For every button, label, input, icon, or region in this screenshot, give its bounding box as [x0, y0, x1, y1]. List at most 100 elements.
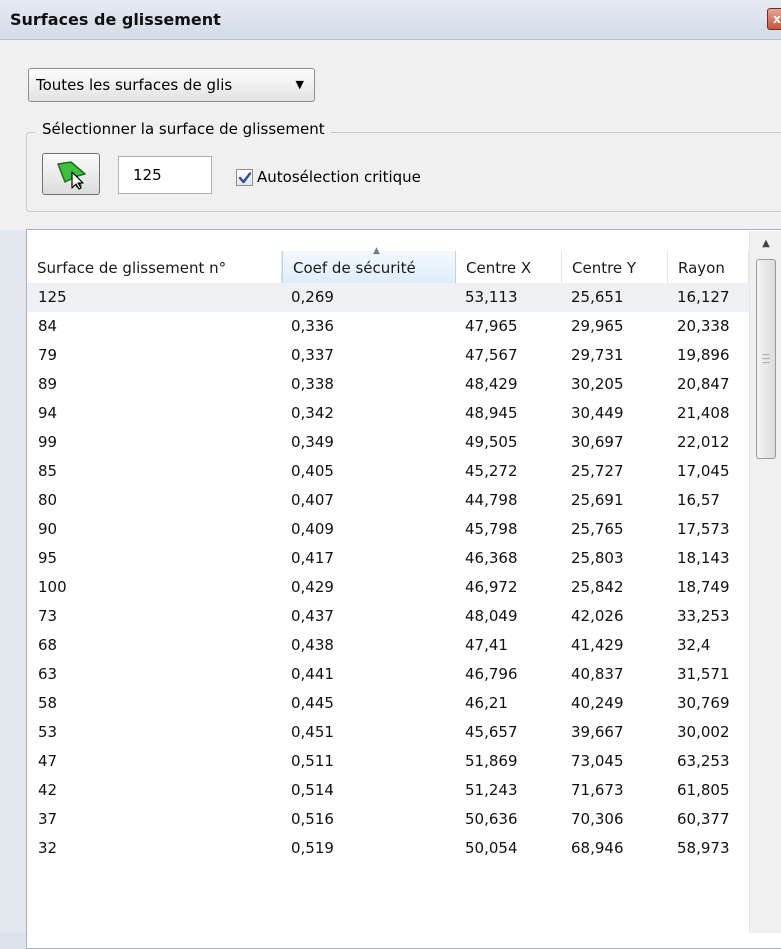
- table-row[interactable]: 89 0,338 48,429 30,205 20,847: [27, 370, 749, 399]
- table-row[interactable]: 37 0,516 50,636 70,306 60,377: [27, 805, 749, 834]
- table-row[interactable]: 63 0,441 46,796 40,837 31,571: [27, 660, 749, 689]
- selection-group-legend: Sélectionner la surface de glissement: [36, 120, 331, 138]
- table-row[interactable]: 84 0,336 47,965 29,965 20,338: [27, 312, 749, 341]
- table-cell: 25,651: [571, 288, 624, 306]
- table-row[interactable]: 73 0,437 48,049 42,026 33,253: [27, 602, 749, 631]
- table-cell: 94: [38, 404, 58, 422]
- table-cell: 71,673: [571, 781, 624, 799]
- table-cell: 0,438: [291, 636, 334, 654]
- table-cell: 18,143: [677, 549, 730, 567]
- table-cell: 0,409: [291, 520, 334, 538]
- table-cell: 20,847: [677, 375, 730, 393]
- table-cell: 0,405: [291, 462, 334, 480]
- table-row[interactable]: 53 0,451 45,657 39,667 30,002: [27, 718, 749, 747]
- table-cell: 29,731: [571, 346, 624, 364]
- table-row[interactable]: 68 0,438 47,41 41,429 32,4: [27, 631, 749, 660]
- table-cell: 21,408: [677, 404, 730, 422]
- surface-number-input[interactable]: 125: [118, 156, 212, 194]
- column-header-label: Centre X: [466, 259, 532, 277]
- table-row[interactable]: 42 0,514 51,243 71,673 61,805: [27, 776, 749, 805]
- auto-select-label[interactable]: Autosélection critique: [257, 168, 421, 186]
- table-cell: 0,445: [291, 694, 334, 712]
- table-row[interactable]: 58 0,445 46,21 40,249 30,769: [27, 689, 749, 718]
- table-cell: 0,417: [291, 549, 334, 567]
- table-cell: 19,896: [677, 346, 730, 364]
- select-surface-button[interactable]: [42, 153, 100, 195]
- table-cell: 89: [38, 375, 58, 393]
- table-cell: 0,338: [291, 375, 334, 393]
- table-row[interactable]: 85 0,405 45,272 25,727 17,045: [27, 457, 749, 486]
- close-button[interactable]: x: [767, 8, 781, 30]
- table-cell: 60,377: [677, 810, 730, 828]
- table-cell: 47,567: [465, 346, 518, 364]
- table-row[interactable]: 79 0,337 47,567 29,731 19,896: [27, 341, 749, 370]
- window-titlebar: Surfaces de glissement x: [0, 0, 781, 40]
- table-cell: 25,727: [571, 462, 624, 480]
- table-row[interactable]: 125 0,269 53,113 25,651 16,127: [27, 283, 749, 312]
- table-row[interactable]: 100 0,429 46,972 25,842 18,749: [27, 573, 749, 602]
- table-cell: 46,796: [465, 665, 518, 683]
- scroll-up-button[interactable]: ▲: [750, 231, 781, 257]
- table-cell: 45,272: [465, 462, 518, 480]
- table-cell: 25,842: [571, 578, 624, 596]
- table-row[interactable]: 94 0,342 48,945 30,449 21,408: [27, 399, 749, 428]
- auto-select-checkbox[interactable]: [236, 169, 253, 186]
- table-cell: 68: [38, 636, 58, 654]
- column-header-surface-number[interactable]: Surface de glissement n°: [27, 251, 282, 285]
- table-cell: 33,253: [677, 607, 730, 625]
- table-row[interactable]: 90 0,409 45,798 25,765 17,573: [27, 515, 749, 544]
- grip-icon: — — —: [762, 350, 770, 367]
- pointer-arrow-icon: [57, 161, 86, 190]
- table-row[interactable]: 47 0,511 51,869 73,045 63,253: [27, 747, 749, 776]
- table-cell: 48,049: [465, 607, 518, 625]
- table-cell: 45,798: [465, 520, 518, 538]
- table-cell: 70,306: [571, 810, 624, 828]
- column-header-center-x[interactable]: Centre X: [456, 251, 562, 285]
- table-cell: 17,573: [677, 520, 730, 538]
- column-header-center-y[interactable]: Centre Y: [562, 251, 668, 285]
- sort-ascending-icon: ▲: [373, 246, 380, 256]
- table-cell: 48,429: [465, 375, 518, 393]
- table-cell: 30,205: [571, 375, 624, 393]
- column-header-label: Centre Y: [572, 259, 637, 277]
- table-header: Surface de glissement n° ▲ Coef de sécur…: [27, 231, 749, 291]
- table-cell: 41,429: [571, 636, 624, 654]
- table-cell: 0,451: [291, 723, 334, 741]
- table-cell: 63,253: [677, 752, 730, 770]
- column-header-safety-factor[interactable]: ▲ Coef de sécurité: [282, 246, 456, 285]
- table-cell: 30,697: [571, 433, 624, 451]
- table-cell: 53: [38, 723, 58, 741]
- table-cell: 47,41: [465, 636, 508, 654]
- table-cell: 39,667: [571, 723, 624, 741]
- table-cell: 37: [38, 810, 58, 828]
- table-cell: 18,749: [677, 578, 730, 596]
- table-cell: 0,336: [291, 317, 334, 335]
- table-cell: 0,519: [291, 839, 334, 857]
- surface-filter-dropdown[interactable]: Toutes les surfaces de glis ▼: [28, 68, 315, 102]
- table-cell: 47: [38, 752, 58, 770]
- table-cell: 58,973: [677, 839, 730, 857]
- table-cell: 32: [38, 839, 58, 857]
- table-cell: 16,57: [677, 491, 720, 509]
- table-cell: 85: [38, 462, 58, 480]
- table-cell: 51,243: [465, 781, 518, 799]
- column-header-label: Coef de sécurité: [293, 259, 416, 277]
- vertical-scrollbar[interactable]: ▲ — — —: [749, 231, 781, 933]
- table-cell: 30,449: [571, 404, 624, 422]
- table-cell: 51,869: [465, 752, 518, 770]
- table-row[interactable]: 99 0,349 49,505 30,697 22,012: [27, 428, 749, 457]
- scroll-thumb[interactable]: — — —: [756, 259, 776, 459]
- table-row[interactable]: 32 0,519 50,054 68,946 58,973: [27, 834, 749, 863]
- table-cell: 68,946: [571, 839, 624, 857]
- column-header-label: Rayon: [678, 259, 725, 277]
- table-cell: 0,437: [291, 607, 334, 625]
- table-cell: 0,514: [291, 781, 334, 799]
- table-cell: 46,368: [465, 549, 518, 567]
- table-cell: 30,002: [677, 723, 730, 741]
- table-cell: 0,407: [291, 491, 334, 509]
- table-row[interactable]: 80 0,407 44,798 25,691 16,57: [27, 486, 749, 515]
- table-row[interactable]: 95 0,417 46,368 25,803 18,143: [27, 544, 749, 573]
- table-cell: 25,803: [571, 549, 624, 567]
- column-header-label: Surface de glissement n°: [37, 259, 227, 277]
- column-header-radius[interactable]: Rayon: [668, 251, 749, 285]
